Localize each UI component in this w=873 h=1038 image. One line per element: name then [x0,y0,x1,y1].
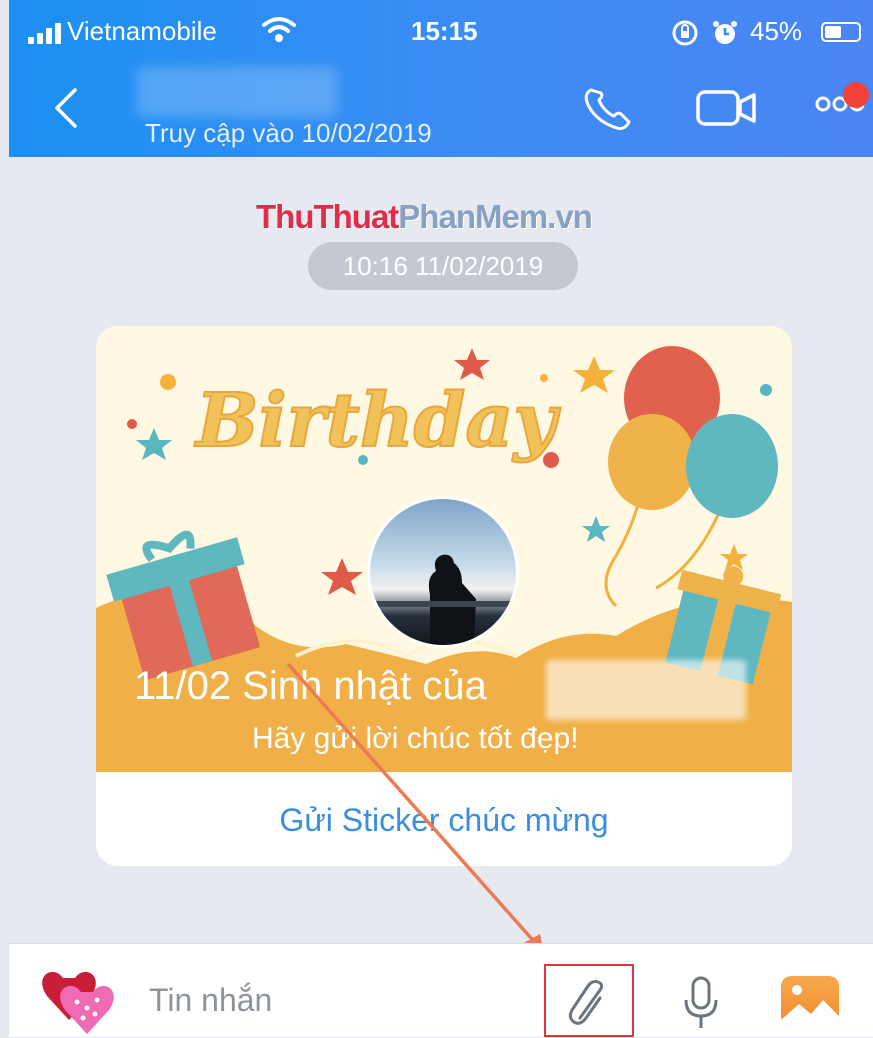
message-timestamp: 10:16 11/02/2019 [308,242,578,290]
phone-icon[interactable] [581,84,637,132]
birthday-subtitle: Hãy gửi lời chúc tốt đẹp! [252,722,579,755]
battery-percent: 45% [750,16,803,46]
signal-icon [28,22,61,44]
message-input[interactable]: Tin nhắn [149,982,272,1019]
birthday-banner: Birthday 11/02 Sinh nhật của Hãy gửi lời… [96,326,792,772]
birthday-name-blurred [546,660,746,720]
notification-dot [843,82,869,108]
back-icon[interactable] [51,86,81,130]
svg-text:Birthday: Birthday [194,378,561,464]
birthday-card[interactable]: Birthday 11/02 Sinh nhật của Hãy gửi lời… [96,326,792,866]
sticker-icon[interactable] [39,964,123,1038]
message-input-bar: Tin nhắn [9,943,873,1037]
gallery-icon[interactable] [781,976,839,1026]
chat-header: Vietnamobile 15:15 45% Truy cập vào 10/0… [9,0,873,157]
birthday-title: 11/02 Sinh nhật của [134,664,487,708]
last-seen-text: Truy cập vào 10/02/2019 [145,118,432,148]
watermark: ThuThuatPhanMem.vn [256,198,593,235]
send-sticker-button[interactable]: Gửi Sticker chúc mừng [96,772,792,866]
contact-name-blurred [137,67,337,117]
rotation-lock-icon [672,20,698,46]
microphone-icon[interactable] [681,976,721,1030]
alarm-icon [713,21,737,44]
carrier-name: Vietnamobile [67,16,217,46]
status-time: 15:15 [411,16,478,46]
avatar[interactable] [367,496,519,648]
video-call-icon[interactable] [695,86,759,130]
attachment-icon[interactable] [564,978,614,1028]
battery-icon [821,22,861,42]
wifi-icon [262,17,296,42]
